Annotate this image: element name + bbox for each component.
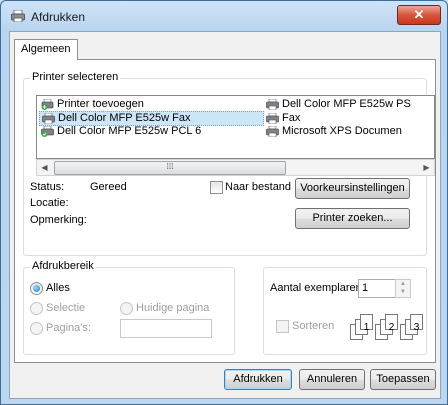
- find-printer-button[interactable]: Printer zoeken...: [295, 208, 410, 229]
- printer-item-dell-pcl6[interactable]: Dell Color MFP E525w PCL 6: [39, 125, 201, 138]
- range-selection-radio[interactable]: [30, 302, 43, 315]
- title-bar: Afdrukken ✕: [1, 1, 447, 31]
- tab-panel: Printer selecteren Printer toevoegen Del…: [14, 59, 436, 363]
- printer-list[interactable]: Printer toevoegen Dell Color MFP E525w F…: [36, 95, 435, 159]
- tab-general[interactable]: Algemeen: [14, 39, 78, 60]
- print-button[interactable]: Afdrukken: [224, 369, 292, 390]
- location-label: Locatie:: [30, 197, 69, 209]
- range-current-page-radio[interactable]: [120, 302, 133, 315]
- print-dialog: Afdrukken ✕ Algemeen Printer selecteren: [0, 0, 448, 405]
- printer-item-label: Microsoft XPS Documen: [282, 125, 402, 137]
- radio-dot: [33, 285, 40, 292]
- print-to-file-checkbox[interactable]: [210, 181, 223, 194]
- pages-input[interactable]: [120, 319, 212, 338]
- printer-icon: [41, 126, 54, 137]
- printer-icon: [266, 126, 279, 137]
- printer-select-group: Printer selecteren Printer toevoegen Del…: [23, 71, 435, 256]
- preferences-button[interactable]: Voorkeursinstellingen: [295, 178, 410, 199]
- status-label: Status:: [30, 181, 65, 193]
- page-range-group: Afdrukbereik Alles Selectie Huidige pagi…: [23, 260, 235, 355]
- collate-label[interactable]: Sorteren: [292, 320, 334, 332]
- status-value: Gereed: [90, 181, 127, 193]
- window-title: Afdrukken: [31, 10, 86, 24]
- printer-item-label: Dell Color MFP E525w Fax: [58, 112, 191, 124]
- printer-item-label: Fax: [282, 112, 301, 124]
- arrow-left-icon[interactable]: ◀: [37, 160, 52, 175]
- printer-icon: [266, 99, 279, 110]
- printer-item-xps[interactable]: Microsoft XPS Documen: [264, 125, 402, 138]
- collate-checkbox[interactable]: [276, 320, 289, 333]
- comment-label: Opmerking:: [30, 214, 87, 226]
- copies-group: Aantal exemplaren: 1 ▲ ▼ Sorteren 1 2 3: [263, 267, 427, 355]
- close-button[interactable]: ✕: [397, 5, 441, 25]
- range-current-page-label[interactable]: Huidige pagina: [136, 302, 209, 314]
- copies-input[interactable]: 1: [358, 279, 399, 298]
- printer-select-label: Printer selecteren: [30, 71, 121, 83]
- printer-item-label: Dell Color MFP E525w PS: [282, 98, 411, 110]
- range-pages-radio[interactable]: [30, 322, 43, 335]
- collate-page-icon: 3: [410, 314, 423, 333]
- copies-spinner[interactable]: ▲ ▼: [395, 279, 411, 298]
- copies-label: Aantal exemplaren:: [270, 282, 365, 294]
- printer-item-fax[interactable]: Fax: [264, 112, 300, 125]
- close-icon: ✕: [413, 7, 425, 22]
- range-all-radio[interactable]: [30, 282, 43, 295]
- arrow-right-icon[interactable]: ▶: [419, 160, 434, 175]
- spin-down-icon[interactable]: ▼: [396, 288, 410, 296]
- horizontal-scrollbar[interactable]: ◀ ⁞⁞⁞ ▶: [36, 159, 435, 176]
- printer-item-dell-ps[interactable]: Dell Color MFP E525w PS: [264, 98, 411, 111]
- printer-icon: [42, 113, 55, 124]
- dialog-body: Algemeen Printer selecteren Printer toev…: [9, 31, 441, 399]
- collate-page-icon: 1: [360, 314, 373, 333]
- print-to-file-label[interactable]: Naar bestand: [225, 181, 291, 193]
- printer-icon: [11, 10, 25, 22]
- printer-item-add[interactable]: Printer toevoegen: [39, 98, 144, 111]
- cancel-button[interactable]: Annuleren: [299, 369, 365, 390]
- printer-item-dell-fax[interactable]: Dell Color MFP E525w Fax: [39, 111, 264, 126]
- printer-item-label: Printer toevoegen: [57, 98, 144, 110]
- printer-item-label: Dell Color MFP E525w PCL 6: [57, 125, 202, 137]
- range-pages-label[interactable]: Pagina's:: [46, 322, 91, 334]
- printer-icon: [266, 113, 279, 124]
- apply-button[interactable]: Toepassen: [370, 369, 436, 390]
- page-range-label: Afdrukbereik: [30, 260, 96, 272]
- spin-up-icon[interactable]: ▲: [396, 280, 410, 288]
- collate-page-icon: 2: [385, 314, 398, 333]
- add-printer-icon: [41, 99, 54, 110]
- scrollbar-thumb[interactable]: ⁞⁞⁞: [54, 161, 286, 175]
- range-all-label[interactable]: Alles: [46, 282, 70, 294]
- range-selection-label[interactable]: Selectie: [46, 302, 85, 314]
